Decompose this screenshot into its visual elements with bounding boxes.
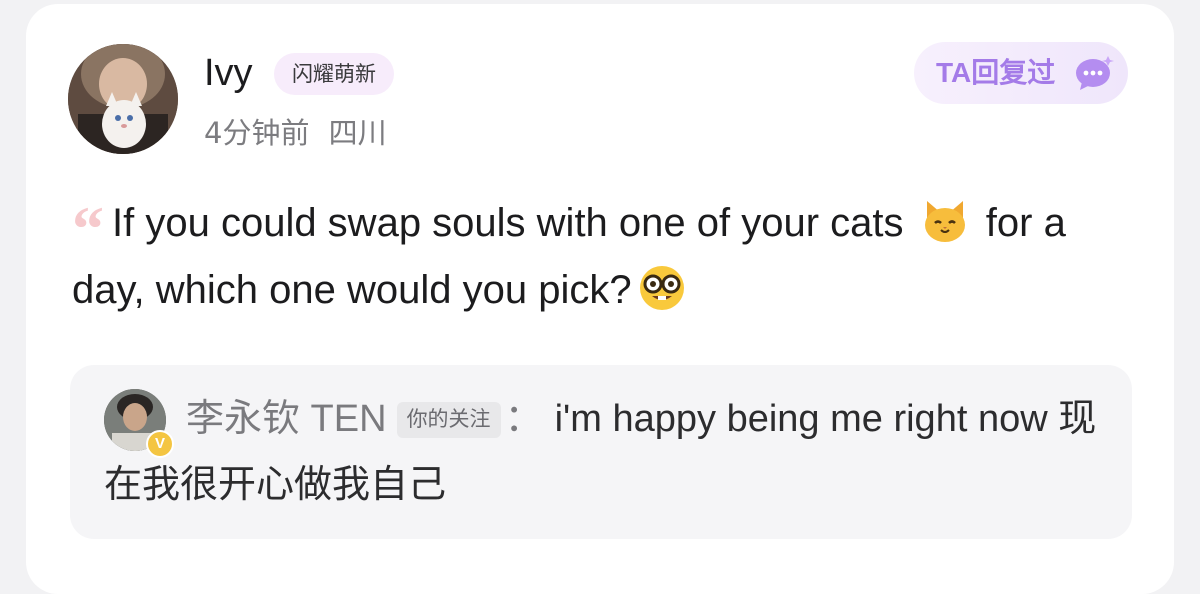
author-name[interactable]: Ivy — [204, 48, 253, 98]
chat-bubble-icon — [1076, 56, 1114, 90]
post-meta: 4分钟前 四川 — [204, 113, 387, 153]
replied-badge[interactable]: TA回复过 — [914, 42, 1128, 104]
question-text-part1: If you could swap souls with one of your… — [112, 201, 904, 245]
reply-author-name[interactable]: 李永钦 TEN — [186, 398, 387, 440]
author-avatar[interactable] — [68, 44, 178, 154]
reply-separator: ： — [504, 398, 543, 440]
author-avatar-image — [68, 44, 178, 154]
cat-face-emoji — [924, 201, 965, 242]
nerd-face-emoji — [639, 266, 684, 310]
post-time: 4分钟前 — [204, 116, 310, 150]
replied-badge-label: TA回复过 — [936, 57, 1056, 88]
following-tag: 你的关注 — [396, 402, 501, 438]
author-level-badge: 闪耀萌新 — [274, 53, 394, 95]
post-location: 四川 — [328, 116, 387, 150]
post-question: “If you could swap souls with one of you… — [72, 190, 1112, 324]
open-quote-icon: “ — [72, 193, 104, 264]
reply-content: 李永钦 TEN 你的关注： i'm happy being me right now… — [104, 386, 1104, 518]
